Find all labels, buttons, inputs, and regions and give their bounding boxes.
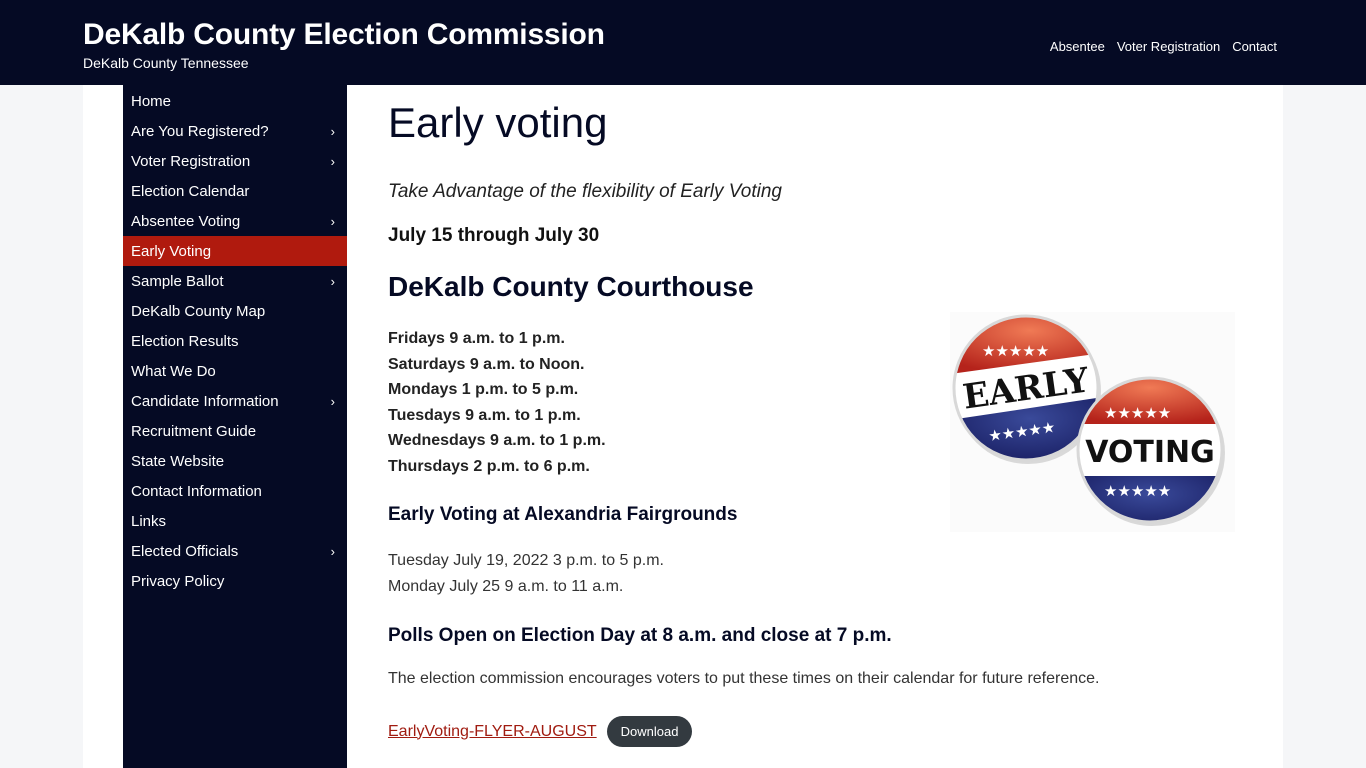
fairgrounds-heading: Early Voting at Alexandria Fairgrounds: [388, 504, 738, 525]
sidebar-menu: Home Are You Registered? › Voter Registrati…: [123, 85, 347, 596]
sidebar-item-elected-officials[interactable]: Elected Officials ›: [123, 536, 347, 566]
sidebar-item-sample-ballot[interactable]: Sample Ballot ›: [123, 266, 347, 296]
sidebar-item-label: What We Do: [131, 362, 216, 380]
sidebar-item-label: Home: [131, 92, 172, 110]
chevron-right-icon[interactable]: ›: [331, 274, 335, 289]
hours-line: Wednesdays 9 a.m. to 1 p.m.: [388, 432, 606, 449]
fairgrounds-dates: Tuesday July 19, 2022 3 p.m. to 5 p.m. M…: [388, 548, 664, 600]
sidebar-item-candidate-information[interactable]: Candidate Information ›: [123, 386, 347, 416]
sidebar-item-early-voting[interactable]: Early Voting: [123, 236, 347, 266]
hours-line: Fridays 9 a.m. to 1 p.m.: [388, 330, 565, 347]
file-download-row: EarlyVoting-FLYER-AUGUST Download: [388, 716, 693, 747]
top-nav: Absentee Voter Registration Contact: [1050, 38, 1277, 56]
top-nav-absentee[interactable]: Absentee: [1050, 38, 1105, 56]
sidebar-item-label: Election Results: [131, 332, 239, 350]
sidebar-item-are-you-registered[interactable]: Are You Registered? ›: [123, 116, 347, 146]
sidebar-item-label: Absentee Voting: [131, 212, 241, 230]
hours-line: Saturdays 9 a.m. to Noon.: [388, 355, 585, 373]
sidebar-item-label: State Website: [131, 452, 225, 470]
star-row: ★★★★★: [1104, 404, 1171, 422]
sidebar-item-label: Voter Registration: [131, 152, 251, 170]
sidebar-item-label: Sample Ballot: [131, 272, 224, 290]
sidebar-item-label: DeKalb County Map: [131, 302, 266, 320]
early-voting-date-range: July 15 through July 30: [388, 225, 600, 246]
chevron-right-icon[interactable]: ›: [331, 544, 335, 559]
hours-line: Tuesdays 9 a.m. to 1 p.m.: [388, 406, 581, 424]
sidebar-nav: Home Are You Registered? › Voter Registrati…: [123, 85, 347, 768]
sidebar-item-label: Elected Officials: [131, 542, 239, 560]
courthouse-heading: DeKalb County Courthouse: [388, 271, 754, 302]
top-nav-contact[interactable]: Contact: [1232, 38, 1277, 56]
calendar-note: The election commission encourages voter…: [388, 670, 1100, 687]
intro-text: Take Advantage of the flexibility of Ear…: [388, 181, 782, 202]
sidebar-item-what-we-do[interactable]: What We Do: [123, 356, 347, 386]
star-row: ★★★★★: [982, 342, 1049, 360]
fairgrounds-date-line: Monday July 25 9 a.m. to 11 a.m.: [388, 578, 624, 595]
sidebar-item-label: Links: [131, 512, 167, 530]
sidebar-item-absentee-voting[interactable]: Absentee Voting ›: [123, 206, 347, 236]
sidebar-item-label: Recruitment Guide: [131, 422, 257, 440]
sidebar-item-election-results[interactable]: Election Results: [123, 326, 347, 356]
fairgrounds-date-line: Tuesday July 19, 2022 3 p.m. to 5 p.m.: [388, 552, 664, 569]
sidebar-item-links[interactable]: Links: [123, 506, 347, 536]
courthouse-hours: Fridays 9 a.m. to 1 p.m. Saturdays 9 a.m…: [388, 326, 606, 479]
chevron-right-icon[interactable]: ›: [331, 154, 335, 169]
sidebar-item-voter-registration[interactable]: Voter Registration ›: [123, 146, 347, 176]
sidebar-item-label: Are You Registered?: [131, 122, 269, 140]
chevron-right-icon[interactable]: ›: [331, 394, 335, 409]
sidebar-item-label: Contact Information: [131, 482, 262, 500]
early-voting-badges-image: ★★★★★ EARLY ★★★★★ ★★★★★ VOTING ★★★★★: [950, 312, 1235, 532]
sidebar-item-label: Candidate Information: [131, 392, 279, 410]
sidebar-item-dekalb-county-map[interactable]: DeKalb County Map: [123, 296, 347, 326]
flyer-file-link[interactable]: EarlyVoting-FLYER-AUGUST: [388, 723, 597, 741]
badges-illustration: ★★★★★ EARLY ★★★★★ ★★★★★ VOTING ★★★★★: [952, 314, 1225, 526]
sidebar-item-home[interactable]: Home: [123, 86, 347, 116]
sidebar-item-recruitment-guide[interactable]: Recruitment Guide: [123, 416, 347, 446]
top-nav-voter-registration[interactable]: Voter Registration: [1117, 38, 1220, 56]
polls-heading: Polls Open on Election Day at 8 a.m. and…: [388, 625, 892, 646]
sidebar-item-privacy-policy[interactable]: Privacy Policy: [123, 566, 347, 596]
page-title: Early voting: [388, 99, 608, 146]
site-title[interactable]: DeKalb County Election Commission: [83, 17, 605, 53]
badge-text-voting: VOTING: [1085, 435, 1215, 470]
download-button[interactable]: Download: [606, 716, 693, 747]
sidebar-item-label: Early Voting: [131, 242, 212, 260]
chevron-right-icon[interactable]: ›: [331, 124, 335, 139]
sidebar-item-label: Privacy Policy: [131, 572, 225, 590]
hours-line: Mondays 1 p.m. to 5 p.m.: [388, 381, 579, 398]
sidebar-item-state-website[interactable]: State Website: [123, 446, 347, 476]
hours-line: Thursdays 2 p.m. to 6 p.m.: [388, 457, 590, 475]
sidebar-item-contact-information[interactable]: Contact Information: [123, 476, 347, 506]
star-row: ★★★★★: [1104, 482, 1171, 500]
site-header: DeKalb County Election Commission DeKalb…: [0, 0, 1366, 85]
sidebar-item-election-calendar[interactable]: Election Calendar: [123, 176, 347, 206]
chevron-right-icon[interactable]: ›: [331, 214, 335, 229]
site-tagline: DeKalb County Tennessee: [83, 55, 249, 71]
sidebar-item-label: Election Calendar: [131, 182, 250, 200]
